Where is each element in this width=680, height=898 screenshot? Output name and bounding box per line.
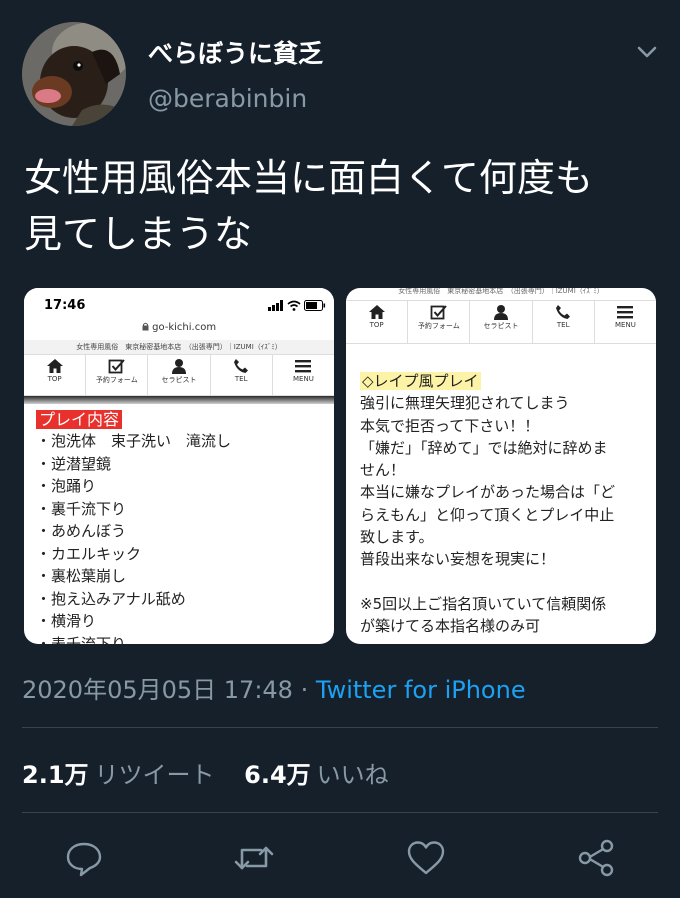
list-item: ・横滑り — [36, 612, 97, 630]
phone-icon — [556, 305, 571, 319]
nav-item-tel[interactable]: TEL — [211, 355, 273, 395]
text-line: 本当に嫌なプレイがあった場合は「ど — [360, 483, 616, 502]
list-item: ・あめんぼう — [36, 522, 127, 540]
nav-label: TOP — [47, 375, 62, 383]
rape-play-section: ◇レイプ風プレイ 強引に無理矢理犯されてしまう 本気で拒否って下さい！！ 「嫌だ… — [346, 344, 656, 637]
status-time: 17:46 — [44, 298, 86, 313]
text-line: 「嫌だ」「辞めて」では絶対に辞めま — [360, 438, 608, 457]
nav-item-menu[interactable]: MENU — [595, 301, 656, 343]
media-image-left[interactable]: 17:46 go-kichi.com 女性専用風俗 東京秘密基地本店 （出張専門… — [24, 288, 334, 644]
nav-item-therapist[interactable]: セラピスト — [148, 355, 211, 395]
nav-item-top[interactable]: TOP — [346, 301, 409, 343]
nav-label: TEL — [234, 375, 248, 383]
user-handle[interactable]: @berabinbin — [148, 84, 307, 113]
list-item: ・裏松葉崩し — [36, 567, 127, 585]
menu-icon — [295, 360, 312, 373]
menu-icon — [617, 306, 634, 319]
list-item: ・泡踊り — [36, 477, 97, 495]
retweets-label: リツイート — [94, 761, 215, 789]
nav-item-reserve[interactable]: 予約フォーム — [408, 301, 471, 343]
section-title: プレイ内容 — [24, 404, 334, 430]
wifi-icon — [287, 300, 301, 311]
tweet-meta: 2020年05月05日 17:48 · Twitter for iPhone — [22, 670, 526, 705]
nav-label: TEL — [556, 321, 570, 329]
dog-avatar-image — [22, 22, 126, 126]
text-line: らえもん」と仰って頂くとプレイ中止 — [360, 505, 615, 524]
source-link[interactable]: Twitter for iPhone — [316, 676, 526, 704]
display-name[interactable]: べらぼうに貧乏 — [148, 34, 323, 70]
text-line — [360, 571, 656, 593]
text-line: 本気で拒否って下さい！！ — [360, 416, 540, 435]
likes-count: 6.4万 — [244, 761, 311, 789]
share-icon[interactable] — [576, 838, 616, 878]
site-nav: TOP 予約フォーム セラピスト TEL MENU — [346, 300, 656, 344]
reserve-icon — [108, 359, 125, 374]
section-title-text: プレイ内容 — [36, 410, 123, 429]
section-title: ◇レイプ風プレイ — [360, 370, 656, 392]
url-text: go-kichi.com — [152, 322, 217, 333]
site-nav: TOP 予約フォーム セラピスト TEL MENU — [24, 354, 334, 396]
nav-label: セラピスト — [483, 322, 519, 330]
list-item: ・カエルキック — [36, 544, 142, 563]
nav-label: 予約フォーム — [95, 376, 138, 384]
text-line: 強引に無理矢理犯されてしまう — [360, 394, 570, 413]
tweet-text-line: 女性用風俗本当に面白くて何度も — [24, 156, 593, 200]
text-line: 致します。 — [360, 528, 434, 547]
therapist-icon — [494, 305, 508, 320]
like-icon[interactable] — [406, 838, 446, 878]
text-line: 普段出来ない妄想を現実に！ — [360, 550, 556, 569]
retweets-stat[interactable]: 2.1万 リツイート — [22, 761, 222, 789]
list-item: ・抱え込みアナル舐め — [36, 589, 186, 608]
media-image-right[interactable]: 女性専用風俗 東京秘密基地本店 （出張専門）｜IZUMI（ｲｽﾞﾐ） TOP 予… — [346, 288, 656, 644]
nav-label: MENU — [615, 321, 636, 329]
list-item: ・裏千流下り — [36, 499, 127, 518]
signal-icon — [268, 300, 283, 311]
phone-status-bar: 17:46 — [24, 288, 334, 322]
timestamp: 2020年05月05日 17:48 — [22, 676, 293, 704]
divider — [22, 812, 658, 813]
nav-item-tel[interactable]: TEL — [533, 301, 595, 343]
section-title-text: ◇レイプ風プレイ — [360, 372, 481, 390]
retweet-icon[interactable] — [234, 838, 274, 878]
list-item: ・表千流下り — [36, 634, 127, 645]
therapist-icon — [172, 359, 186, 374]
meta-separator: · — [300, 676, 309, 704]
text-line: ※5回以上ご指名頂いていて信頼関係 — [360, 594, 607, 613]
nav-label: 予約フォーム — [417, 322, 460, 330]
likes-label: いいね — [316, 761, 389, 789]
site-header: 女性専用風俗 東京秘密基地本店 （出張専門）｜IZUMI（ｲｽﾞﾐ） — [398, 288, 604, 295]
nav-item-reserve[interactable]: 予約フォーム — [86, 355, 149, 395]
tweet-text: 女性用風俗本当に面白くて何度も 見てしまうな — [24, 150, 664, 262]
site-header: 女性専用風俗 東京秘密基地本店 （出張専門）｜IZUMI（ｲｽﾞﾐ） — [24, 340, 334, 354]
divider-strip — [24, 396, 334, 404]
home-icon — [368, 305, 385, 319]
lock-icon — [142, 322, 149, 331]
list-item: ・逆潜望鏡 — [36, 454, 112, 473]
home-icon — [46, 359, 63, 373]
url-bar: go-kichi.com — [24, 322, 334, 336]
reply-icon[interactable] — [64, 838, 104, 878]
nav-item-therapist[interactable]: セラピスト — [470, 301, 533, 343]
tweet-text-line: 見てしまうな — [24, 212, 253, 256]
text-line: せん！ — [360, 461, 406, 480]
battery-icon — [304, 300, 326, 311]
nav-label: MENU — [293, 375, 314, 383]
text-line: が築けてる本指名様のみ可 — [360, 616, 541, 635]
likes-stat[interactable]: 6.4万 いいね — [244, 761, 389, 789]
tweet-stats: 2.1万 リツイート 6.4万 いいね — [22, 755, 389, 790]
avatar[interactable] — [22, 22, 126, 126]
reserve-icon — [430, 305, 447, 320]
phone-icon — [234, 359, 249, 373]
nav-label: TOP — [369, 321, 384, 329]
nav-item-top[interactable]: TOP — [24, 355, 87, 395]
nav-item-menu[interactable]: MENU — [273, 355, 334, 395]
play-list: ・泡洗体 束子洗い 滝流し ・逆潜望鏡 ・泡踊り ・裏千流下り ・あめんぼう ・… — [24, 430, 334, 644]
caret-down-icon[interactable] — [632, 40, 662, 66]
list-item: ・泡洗体 束子洗い 滝流し — [36, 432, 232, 450]
nav-label: セラピスト — [161, 376, 197, 384]
divider — [22, 727, 658, 728]
retweets-count: 2.1万 — [22, 761, 89, 789]
